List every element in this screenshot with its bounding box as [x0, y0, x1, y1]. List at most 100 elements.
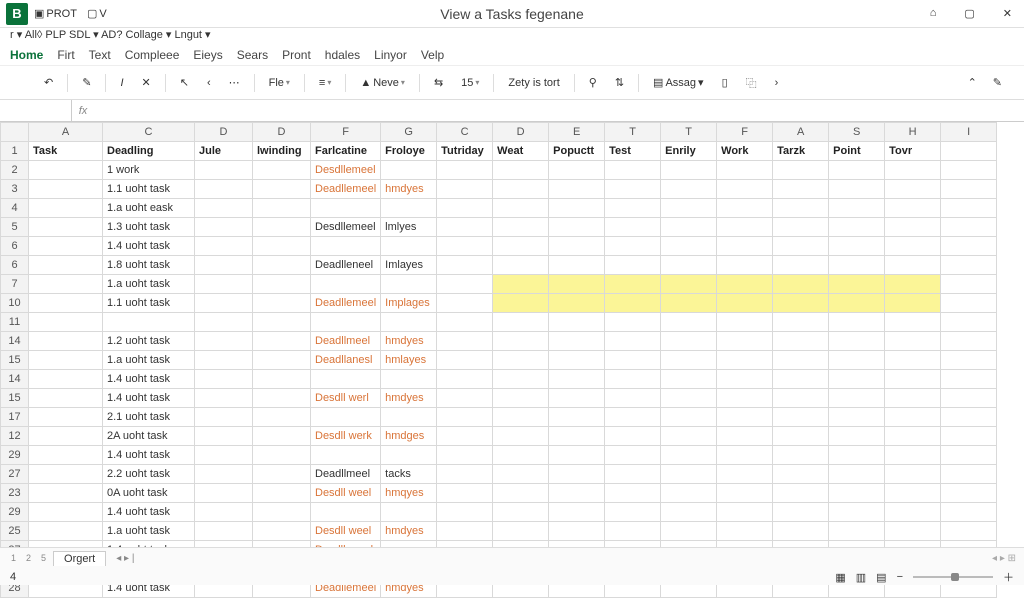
spreadsheet-grid[interactable]: ACDDFGCDETTFASHI1TaskDeadlingJulelwindin…	[0, 122, 1024, 598]
cell[interactable]	[29, 161, 103, 180]
cell[interactable]	[605, 294, 661, 313]
edit-icon[interactable]: ✎	[989, 74, 1006, 91]
cell[interactable]	[717, 465, 773, 484]
menu-home[interactable]: Home	[10, 48, 43, 62]
cell[interactable]	[941, 313, 997, 332]
cell[interactable]: 1.4 uoht task	[103, 370, 195, 389]
cell[interactable]: Deadlleneel	[311, 256, 381, 275]
cell[interactable]	[717, 237, 773, 256]
cell[interactable]	[773, 218, 829, 237]
cell[interactable]	[437, 180, 493, 199]
row-header[interactable]: 2	[1, 161, 29, 180]
cell[interactable]: 2.2 uoht task	[103, 465, 195, 484]
cell[interactable]: 1.1 uoht task	[103, 294, 195, 313]
cell[interactable]	[29, 427, 103, 446]
select-all-corner[interactable]	[1, 123, 29, 142]
col-header[interactable]: D	[195, 123, 253, 142]
name-box[interactable]	[0, 100, 72, 121]
app-badge[interactable]: B	[6, 3, 28, 25]
row-header[interactable]: 15	[1, 351, 29, 370]
cell[interactable]	[661, 446, 717, 465]
cell[interactable]	[493, 503, 549, 522]
cell[interactable]	[437, 351, 493, 370]
field-header[interactable]: Froloye	[381, 142, 437, 161]
cell[interactable]	[885, 465, 941, 484]
cell[interactable]	[253, 256, 311, 275]
cell[interactable]	[773, 199, 829, 218]
cell[interactable]	[493, 332, 549, 351]
field-header[interactable]: lwinding	[253, 142, 311, 161]
cell[interactable]	[885, 218, 941, 237]
cell[interactable]	[605, 161, 661, 180]
col-header[interactable]: T	[605, 123, 661, 142]
cell[interactable]	[661, 313, 717, 332]
cell[interactable]: Desdll werl	[311, 389, 381, 408]
cell[interactable]	[941, 370, 997, 389]
cell[interactable]	[885, 199, 941, 218]
cell[interactable]	[29, 256, 103, 275]
cell[interactable]	[437, 465, 493, 484]
cell[interactable]	[717, 427, 773, 446]
field-header[interactable]: Test	[605, 142, 661, 161]
cell[interactable]	[661, 294, 717, 313]
cell[interactable]	[773, 370, 829, 389]
cell[interactable]	[437, 313, 493, 332]
cell[interactable]	[605, 503, 661, 522]
cell[interactable]	[661, 237, 717, 256]
zety-label[interactable]: Zety is tort	[504, 75, 563, 91]
cell[interactable]	[311, 237, 381, 256]
tab-nav-icons[interactable]: ◂ ▸ |	[110, 553, 140, 564]
field-header[interactable]: Weat	[493, 142, 549, 161]
cell[interactable]	[253, 370, 311, 389]
cell[interactable]	[773, 332, 829, 351]
cell[interactable]	[311, 313, 381, 332]
cell[interactable]	[549, 180, 605, 199]
zoom-out-icon[interactable]: −	[897, 571, 903, 583]
cell[interactable]	[437, 522, 493, 541]
cell[interactable]	[195, 180, 253, 199]
cell[interactable]	[195, 313, 253, 332]
cell[interactable]	[829, 332, 885, 351]
cell[interactable]	[605, 522, 661, 541]
cell[interactable]	[253, 275, 311, 294]
cell[interactable]	[605, 256, 661, 275]
col-header[interactable]: S	[829, 123, 885, 142]
cell[interactable]	[941, 294, 997, 313]
cell[interactable]	[29, 313, 103, 332]
home-icon[interactable]: ⌂	[924, 5, 943, 22]
cell[interactable]	[717, 408, 773, 427]
cell[interactable]	[29, 237, 103, 256]
cell[interactable]: Deadllmeel	[311, 465, 381, 484]
cell[interactable]	[311, 446, 381, 465]
cell[interactable]	[605, 180, 661, 199]
cell[interactable]: tacks	[381, 465, 437, 484]
cell[interactable]	[29, 484, 103, 503]
col-header[interactable]: F	[717, 123, 773, 142]
cell[interactable]	[437, 503, 493, 522]
cell[interactable]	[253, 351, 311, 370]
cell[interactable]	[437, 446, 493, 465]
cell[interactable]	[549, 332, 605, 351]
cell[interactable]	[717, 446, 773, 465]
cell[interactable]: Imlayes	[381, 256, 437, 275]
menu-velp[interactable]: Velp	[421, 48, 444, 62]
field-header[interactable]: Jule	[195, 142, 253, 161]
cell[interactable]	[437, 256, 493, 275]
cell[interactable]	[717, 199, 773, 218]
cell[interactable]	[549, 275, 605, 294]
cell[interactable]: 1 work	[103, 161, 195, 180]
cell[interactable]	[381, 237, 437, 256]
cell[interactable]	[195, 427, 253, 446]
cell[interactable]	[717, 275, 773, 294]
cell[interactable]	[253, 180, 311, 199]
col-header[interactable]: E	[549, 123, 605, 142]
cell[interactable]	[549, 427, 605, 446]
col-header[interactable]: D	[253, 123, 311, 142]
cell[interactable]	[103, 313, 195, 332]
cell[interactable]	[829, 446, 885, 465]
tab-orgert[interactable]: Orgert	[53, 551, 106, 566]
cell[interactable]	[381, 161, 437, 180]
row-header[interactable]: 4	[1, 199, 29, 218]
cell[interactable]: 2.1 uoht task	[103, 408, 195, 427]
cell[interactable]	[661, 161, 717, 180]
